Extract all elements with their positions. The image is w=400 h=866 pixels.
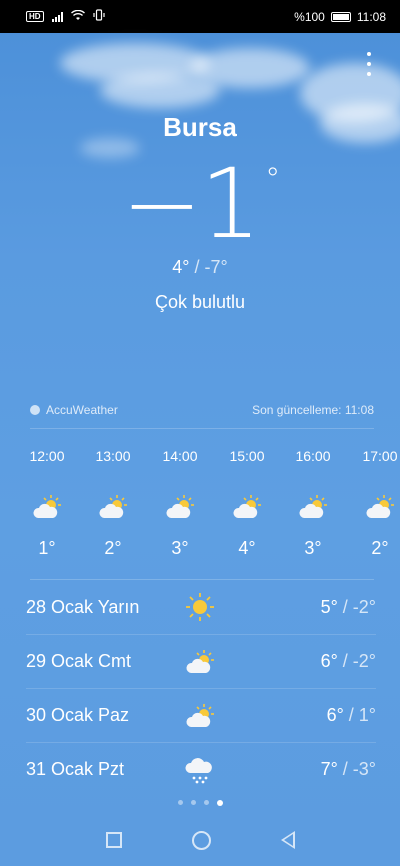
- daily-row[interactable]: 31 Ocak Pzt 7° / -3°: [26, 742, 376, 796]
- hourly-time: 14:00: [162, 448, 198, 464]
- last-updated: Son güncelleme: 11:08: [252, 403, 374, 417]
- hourly-item: 12:00 1°: [17, 448, 77, 559]
- partly-cloudy-icon: [350, 494, 400, 524]
- daily-temp: 5° / -2°: [320, 596, 376, 617]
- more-options-icon[interactable]: [366, 52, 372, 76]
- condition-text: Çok bulutlu: [154, 292, 246, 312]
- daily-row[interactable]: 28 Ocak Yarın 5° / -2°: [26, 580, 376, 634]
- page-dot: [216, 800, 223, 806]
- partly-cloudy-icon: [217, 494, 277, 524]
- partly-cloudy-icon: [184, 646, 216, 678]
- divider: [30, 428, 374, 429]
- hourly-time: 15:00: [229, 448, 265, 464]
- signal-icon: [51, 11, 63, 22]
- sunny-icon: [184, 591, 216, 623]
- daily-temp: 6° / 1°: [326, 705, 376, 725]
- daily-temp: 7° / -3°: [320, 759, 376, 779]
- daily-day: 30 Ocak Paz: [26, 705, 130, 725]
- daily-day: 31 Ocak Pzt: [26, 759, 125, 779]
- hourly-temp: 2°: [104, 538, 122, 558]
- partly-cloudy-icon: [184, 700, 216, 732]
- daily-forecast: 28 Ocak Yarın 5° / -2° 29 Ocak Cmt 6° / -2°…: [26, 580, 376, 796]
- hourly-time: 17:00: [362, 448, 398, 464]
- page-dot: [177, 800, 183, 805]
- hourly-temp: 3°: [304, 538, 322, 558]
- daily-temp: 6° / -2°: [320, 651, 376, 671]
- city-name: Bursa: [163, 112, 237, 142]
- partly-cloudy-icon: [17, 494, 77, 524]
- data-source-row: AccuWeather Son güncelleme: 11:08: [30, 403, 374, 417]
- hourly-item: 14:00 3°: [150, 448, 210, 559]
- snow-icon: [184, 754, 216, 786]
- current-temperature: −1 °: [121, 148, 281, 260]
- status-bar: HD %100 11:08: [0, 0, 400, 33]
- battery-icon: [330, 11, 351, 22]
- partly-cloudy-icon: [283, 494, 343, 524]
- page-dot: [203, 800, 209, 805]
- daily-day: 28 Ocak Yarın: [26, 596, 140, 617]
- home-button[interactable]: [191, 830, 211, 850]
- accuweather-icon: [30, 405, 40, 415]
- battery-percent: %100: [294, 9, 325, 24]
- back-button[interactable]: [280, 831, 295, 849]
- daily-day: 29 Ocak Cmt: [26, 651, 132, 671]
- hourly-temp: 4°: [238, 538, 256, 558]
- hourly-temp: 1°: [38, 538, 56, 558]
- recents-button[interactable]: [105, 832, 122, 848]
- partly-cloudy-icon: [83, 494, 143, 524]
- wifi-icon: [70, 9, 85, 24]
- provider-label[interactable]: AccuWeather: [46, 403, 118, 417]
- daily-row[interactable]: 30 Ocak Paz 6° / 1°: [26, 688, 376, 742]
- hourly-item: 17:00 2°: [350, 448, 400, 559]
- daily-row[interactable]: 29 Ocak Cmt 6° / -2°: [26, 634, 376, 688]
- hourly-temp: 3°: [171, 538, 189, 558]
- clock: 11:08: [356, 9, 386, 24]
- high-low-temperature: 4° / -7°: [172, 257, 228, 277]
- hourly-time: 13:00: [95, 448, 131, 464]
- hourly-forecast[interactable]: 12:00 1° 13:00 2° 14:00 3° 15:00 4° 16:00 3° 17:00…: [0, 448, 400, 568]
- partly-cloudy-icon: [150, 494, 210, 524]
- hourly-time: 16:00: [295, 448, 331, 464]
- hd-icon: HD: [26, 11, 44, 22]
- navigation-bar: [0, 814, 400, 866]
- hourly-item: 15:00 4°: [217, 448, 277, 559]
- hourly-item: 13:00 2°: [83, 448, 143, 559]
- hourly-temp: 2°: [371, 538, 389, 558]
- page-dot: [190, 800, 196, 805]
- hourly-time: 12:00: [29, 448, 65, 464]
- page-indicator: [0, 800, 400, 806]
- hourly-item: 16:00 3°: [283, 448, 343, 559]
- vibrate-icon: [92, 9, 105, 24]
